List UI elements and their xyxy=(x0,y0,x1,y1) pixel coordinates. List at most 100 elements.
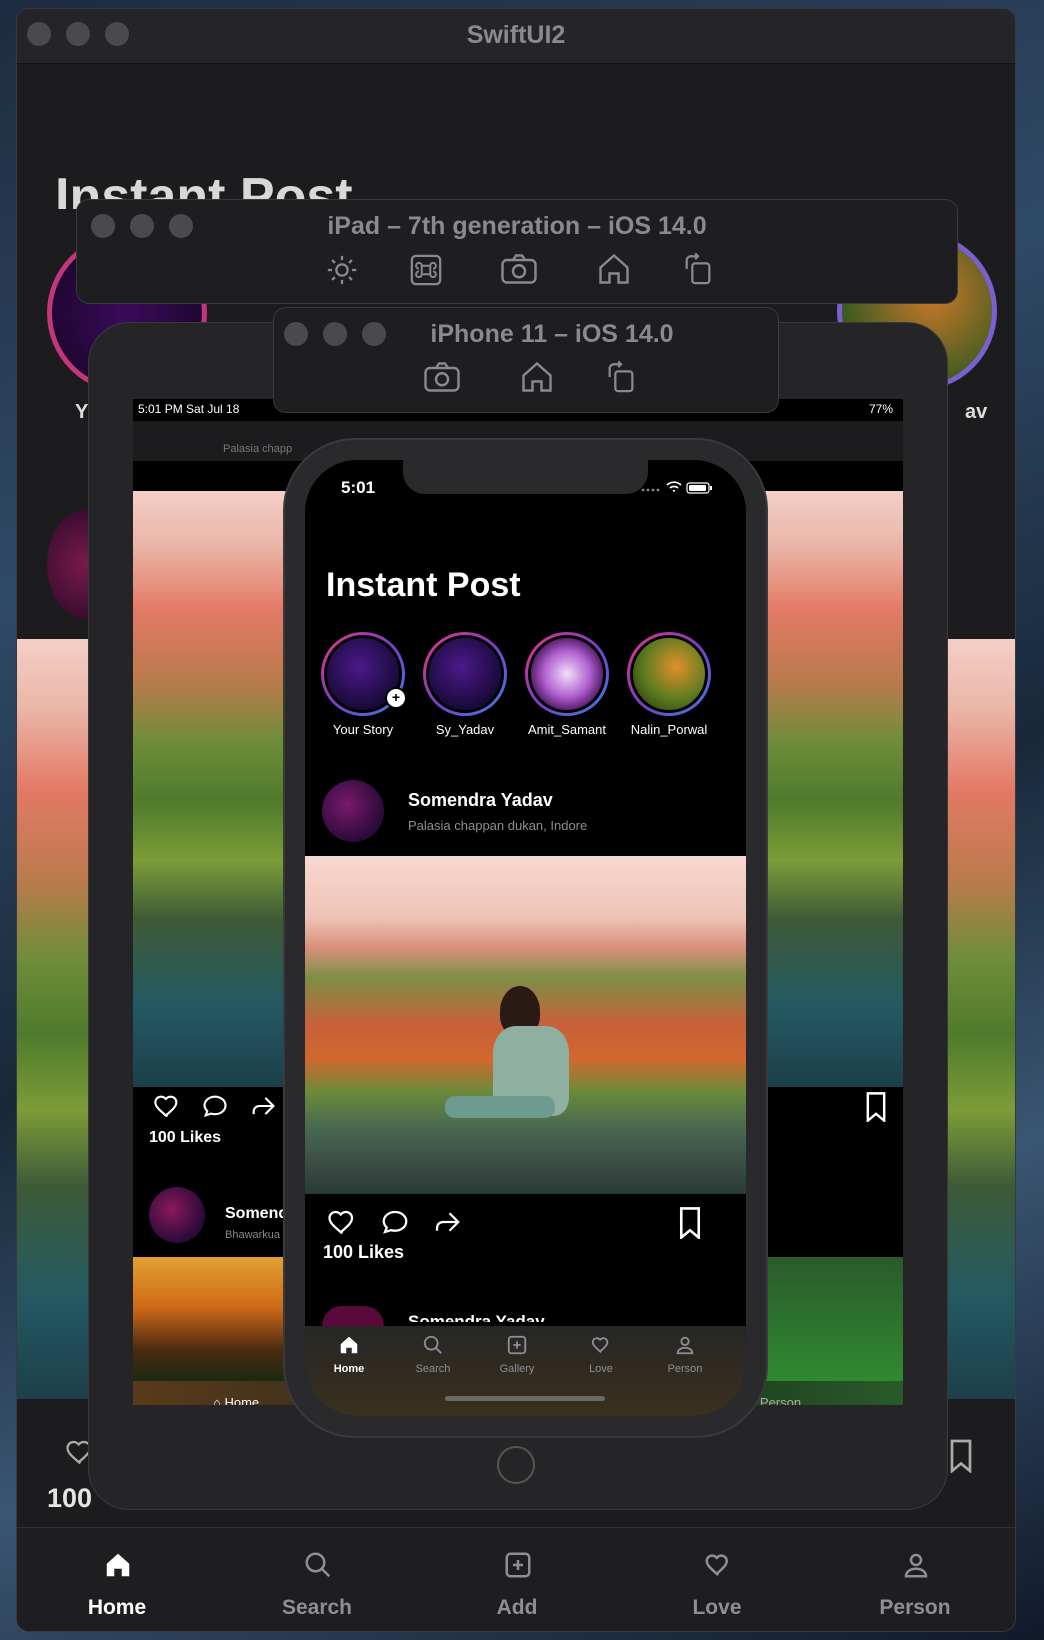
tab-label: Home xyxy=(224,1395,260,1405)
likes-count: 100 Likes xyxy=(323,1242,405,1262)
rotate-icon[interactable] xyxy=(604,359,638,395)
tab-label: Love xyxy=(692,1596,742,1619)
close-window-button[interactable] xyxy=(284,322,308,346)
tab-home[interactable]: Home xyxy=(17,1528,217,1631)
story-sy-yadav[interactable]: Sy_Yadav xyxy=(415,632,515,737)
bookmark-icon[interactable] xyxy=(678,1207,702,1239)
tab-person[interactable]: Person xyxy=(815,1528,1015,1631)
story-avatar xyxy=(528,635,606,713)
story-ring xyxy=(525,632,609,716)
tab-label: Person xyxy=(667,1363,703,1375)
story-avatar xyxy=(426,635,504,713)
plus-square-icon xyxy=(505,1552,531,1578)
story-your-story[interactable]: Your Story xyxy=(313,632,413,737)
tab-home[interactable]: Home xyxy=(305,1334,393,1375)
story-ring xyxy=(627,632,711,716)
bookmark-icon[interactable] xyxy=(865,1092,887,1122)
screenshot-icon[interactable] xyxy=(422,359,462,395)
ipad-simulator-toolbar: iPad – 7th generation – iOS 14.0 xyxy=(77,200,957,303)
simulator-title: iPhone 11 – iOS 14.0 xyxy=(430,320,674,348)
bookmark-icon[interactable] xyxy=(949,1439,973,1473)
post-author[interactable]: Somendra Yadav xyxy=(408,1312,545,1322)
heart-icon xyxy=(591,1337,609,1354)
story-label: Amit_Samant xyxy=(527,722,607,737)
share-icon[interactable] xyxy=(249,1092,277,1120)
brightness-icon[interactable] xyxy=(325,253,359,287)
tab-gallery[interactable]: Gallery xyxy=(473,1334,561,1375)
plus-square-icon xyxy=(507,1335,527,1355)
tab-label: Gallery xyxy=(499,1363,535,1375)
tab-bar: Home Search Add Love Person xyxy=(17,1527,1015,1631)
post-author[interactable]: Somend xyxy=(225,1205,288,1223)
heart-icon[interactable] xyxy=(327,1207,357,1237)
tab-label: Search xyxy=(415,1363,451,1375)
tab-love[interactable]: Love xyxy=(617,1528,817,1631)
house-icon xyxy=(340,1336,358,1354)
story-nalin-porwal[interactable]: Nalin_Porwal xyxy=(619,632,719,737)
window-title: SwiftUI2 xyxy=(466,21,566,49)
tab-bar: Home Search Gallery Love Person xyxy=(305,1326,746,1416)
post-image xyxy=(305,856,746,1194)
share-icon[interactable] xyxy=(432,1207,462,1237)
post-location: Bhawarkua xyxy=(225,1229,281,1241)
comment-icon[interactable] xyxy=(380,1207,410,1237)
page-title: Instant Post xyxy=(326,566,521,604)
post-avatar[interactable] xyxy=(322,1306,384,1326)
post-author[interactable]: Somendra Yadav xyxy=(408,790,553,811)
story-label: Y xyxy=(75,401,89,423)
story-label: Nalin_Porwal xyxy=(630,722,708,737)
tab-label: Add xyxy=(496,1596,538,1619)
story-avatar xyxy=(630,635,708,713)
tab-label: Home xyxy=(333,1363,365,1375)
post-image xyxy=(743,1257,903,1381)
screenshot-icon[interactable] xyxy=(499,251,539,287)
post-avatar[interactable] xyxy=(322,780,384,842)
add-story-icon[interactable]: + xyxy=(385,687,407,709)
home-indicator[interactable] xyxy=(445,1396,605,1401)
mac-titlebar: SwiftUI2 xyxy=(17,9,1015,64)
tab-label: Person xyxy=(879,1596,951,1619)
post-location: Palasia chappan dukan, Indore xyxy=(408,818,588,833)
person-icon xyxy=(904,1553,928,1578)
house-icon xyxy=(106,1553,130,1577)
tab-search[interactable]: Search xyxy=(389,1334,477,1375)
heart-icon[interactable] xyxy=(153,1092,181,1120)
magnifier-icon xyxy=(423,1335,442,1354)
story-amit-samant[interactable]: Amit_Samant xyxy=(517,632,617,737)
home-icon[interactable] xyxy=(518,359,556,395)
house-icon: ⌂ xyxy=(213,1395,221,1405)
tab-person[interactable]: Person xyxy=(641,1334,729,1375)
tab-add[interactable]: Add xyxy=(417,1528,617,1631)
iphone-device-frame: 5:01 Instant Post Your Story + Sy_Yadav … xyxy=(285,440,766,1436)
post-avatar[interactable] xyxy=(149,1187,205,1243)
likes-count: 100 Likes xyxy=(149,1129,222,1146)
story-label: Your Story xyxy=(332,722,394,737)
likes-count: 100 xyxy=(47,1483,93,1513)
tab-love[interactable]: Love xyxy=(557,1334,645,1375)
status-icons xyxy=(641,481,712,494)
status-time: 5:01 xyxy=(341,478,376,497)
simulator-title: iPad – 7th generation – iOS 14.0 xyxy=(327,212,707,240)
notch xyxy=(403,460,648,494)
tab-label: Search xyxy=(281,1596,353,1619)
status-time: 5:01 PM Sat Jul 18 xyxy=(138,402,240,416)
story-label: Sy_Yadav xyxy=(435,722,495,737)
comment-icon[interactable] xyxy=(201,1092,229,1120)
home-button[interactable] xyxy=(497,1446,535,1484)
rotate-icon[interactable] xyxy=(681,251,715,287)
tab-label: Home xyxy=(87,1596,147,1619)
home-icon[interactable] xyxy=(595,251,633,287)
tab-search[interactable]: Search xyxy=(217,1528,417,1631)
tab-home[interactable]: ⌂ Home xyxy=(213,1395,259,1405)
magnifier-icon xyxy=(305,1552,331,1578)
person-figure xyxy=(445,1096,555,1118)
heart-icon xyxy=(705,1554,729,1576)
prev-post-location: Palasia chapp xyxy=(223,443,293,455)
tab-label: Love xyxy=(589,1363,613,1375)
command-icon[interactable] xyxy=(409,253,443,287)
status-battery: 77% xyxy=(868,402,893,416)
iphone-screen: 5:01 Instant Post Your Story + Sy_Yadav … xyxy=(305,460,746,1416)
story-label: av xyxy=(965,401,988,423)
tab-label: Person xyxy=(759,1395,802,1405)
person-icon xyxy=(676,1336,694,1355)
